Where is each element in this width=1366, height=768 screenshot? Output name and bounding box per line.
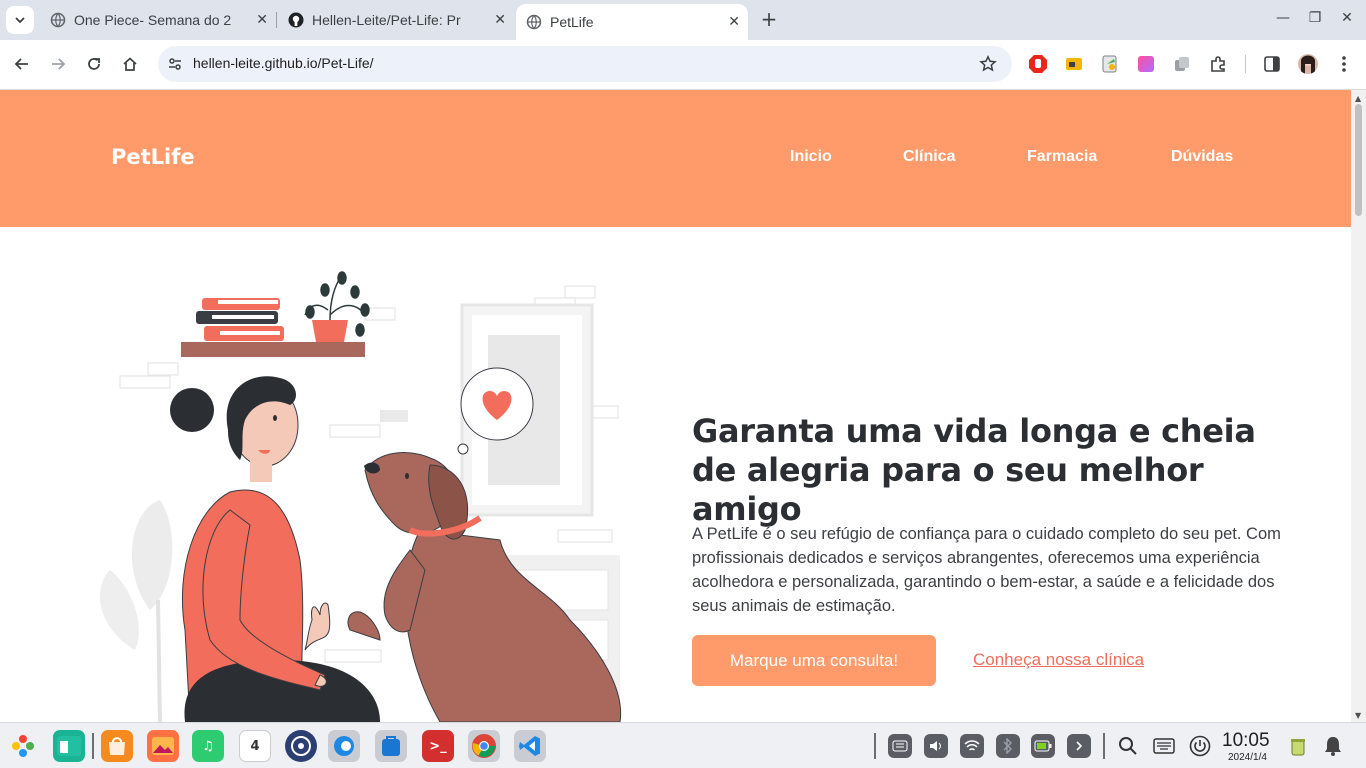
power-icon[interactable] xyxy=(1188,734,1212,758)
reload-button[interactable] xyxy=(82,52,106,76)
close-icon[interactable]: ✕ xyxy=(256,12,268,28)
extensions-puzzle-icon[interactable] xyxy=(1208,54,1228,74)
file-manager-icon[interactable] xyxy=(53,730,85,762)
extension-copy-icon[interactable] xyxy=(1172,54,1192,74)
calendar-icon[interactable]: 4 xyxy=(239,730,271,762)
terminal-icon[interactable]: >_ xyxy=(422,730,454,762)
arrow-right-icon xyxy=(52,58,66,70)
vscode-icon[interactable] xyxy=(514,730,546,762)
trash-icon[interactable] xyxy=(1286,734,1310,758)
tab-title: Hellen-Leite/Pet-Life: Pr xyxy=(312,12,461,28)
extension-folder-icon[interactable] xyxy=(1064,54,1084,74)
close-icon[interactable]: ✕ xyxy=(728,14,740,30)
tab-title: PetLife xyxy=(550,14,594,30)
bookmark-star-icon[interactable] xyxy=(978,54,998,74)
address-bar[interactable]: hellen-leite.github.io/Pet-Life/ xyxy=(158,46,1012,82)
close-icon[interactable]: ✕ xyxy=(494,12,506,28)
calendar-day: 4 xyxy=(250,738,260,754)
browser-menu-icon[interactable] xyxy=(1334,54,1354,74)
scrollbar-thumb[interactable] xyxy=(1355,104,1362,216)
browser-tab-github[interactable]: Hellen-Leite/Pet-Life: Pr ✕ xyxy=(278,4,514,36)
extension-notes-icon[interactable] xyxy=(1100,54,1120,74)
back-button[interactable] xyxy=(10,52,34,76)
launcher-icon[interactable] xyxy=(7,730,39,762)
hero-illustration xyxy=(99,271,622,722)
toolbar-divider xyxy=(1245,55,1246,73)
arrow-left-icon xyxy=(14,58,28,70)
store-bag-icon[interactable] xyxy=(375,730,407,762)
hero-title: Garanta uma vida longa e cheia de alegri… xyxy=(692,412,1256,528)
profile-avatar[interactable] xyxy=(1298,54,1318,74)
github-icon xyxy=(288,12,304,28)
expand-tray-icon[interactable] xyxy=(1067,734,1091,758)
home-icon xyxy=(123,57,137,71)
hero-description: A PetLife é o seu refúgio de confiança p… xyxy=(692,525,1281,615)
site-info-icon[interactable] xyxy=(166,55,184,73)
taskbar: ♫ 4 >_ 10:05 2024/1/4 xyxy=(0,722,1366,768)
tab-divider xyxy=(276,12,277,28)
browser-tab-one-piece[interactable]: One Piece- Semana do 2 ✕ xyxy=(40,4,276,36)
nav-link-duvidas[interactable]: Dúvidas xyxy=(1171,148,1233,166)
clock-date[interactable]: 2024/1/4 xyxy=(1228,752,1267,763)
settings-wheel-icon[interactable] xyxy=(285,730,317,762)
side-panel-icon[interactable] xyxy=(1262,54,1282,74)
chevron-down-icon xyxy=(15,17,25,24)
restore-icon[interactable]: ❐ xyxy=(1305,10,1325,26)
taskbar-divider xyxy=(92,733,94,759)
home-button[interactable] xyxy=(118,52,142,76)
close-window-icon[interactable]: ✕ xyxy=(1337,10,1357,26)
chrome-icon[interactable] xyxy=(468,730,500,762)
search-icon[interactable] xyxy=(1116,734,1140,758)
app-store-icon[interactable] xyxy=(101,730,133,762)
tab-search-button[interactable] xyxy=(6,6,34,34)
web-page: PetLife Inicio Clínica Farmacia Dúvidas xyxy=(0,90,1351,722)
browser-tab-petlife[interactable]: PetLife ✕ xyxy=(516,4,748,40)
wifi-icon[interactable] xyxy=(960,734,984,758)
adblock-extension-icon[interactable] xyxy=(1028,54,1048,74)
clock-time[interactable]: 10:05 xyxy=(1222,730,1270,752)
battery-icon[interactable] xyxy=(1031,734,1055,758)
page-scrollbar[interactable]: ▲ ▼ xyxy=(1351,90,1366,722)
new-tab-button[interactable]: + xyxy=(758,9,780,31)
tab-title: One Piece- Semana do 2 xyxy=(74,12,232,28)
volume-icon[interactable] xyxy=(924,734,948,758)
reload-icon xyxy=(88,58,100,70)
nav-link-inicio[interactable]: Inicio xyxy=(790,148,832,166)
site-header: PetLife Inicio Clínica Farmacia Dúvidas xyxy=(0,90,1351,227)
taskbar-divider xyxy=(874,733,876,759)
forward-button[interactable] xyxy=(46,52,70,76)
minimize-icon[interactable]: — xyxy=(1273,10,1293,26)
scroll-down-icon[interactable]: ▼ xyxy=(1355,711,1361,720)
browser-edge-icon[interactable] xyxy=(328,730,360,762)
tab-strip: One Piece- Semana do 2 ✕ Hellen-Leite/Pe… xyxy=(0,0,1366,40)
clinic-link[interactable]: Conheça nossa clínica xyxy=(973,650,1144,670)
image-viewer-icon[interactable] xyxy=(147,730,179,762)
notification-bell-icon[interactable] xyxy=(1321,734,1345,758)
browser-toolbar: hellen-leite.github.io/Pet-Life/ xyxy=(0,40,1366,90)
extension-gradient-icon[interactable] xyxy=(1136,54,1156,74)
scroll-up-icon[interactable]: ▲ xyxy=(1355,94,1361,103)
globe-icon xyxy=(526,14,542,30)
keyboard-icon[interactable] xyxy=(888,734,912,758)
site-logo[interactable]: PetLife xyxy=(111,145,195,169)
nav-link-farmacia[interactable]: Farmacia xyxy=(1027,148,1097,166)
globe-icon xyxy=(50,12,66,28)
bluetooth-icon[interactable] xyxy=(996,734,1020,758)
book-appointment-button[interactable]: Marque uma consulta! xyxy=(692,635,936,686)
nav-link-clinica[interactable]: Clínica xyxy=(903,148,955,166)
url-text: hellen-leite.github.io/Pet-Life/ xyxy=(193,55,374,71)
taskbar-divider xyxy=(1103,733,1105,759)
onscreen-keyboard-icon[interactable] xyxy=(1152,734,1176,758)
music-icon[interactable]: ♫ xyxy=(192,730,224,762)
